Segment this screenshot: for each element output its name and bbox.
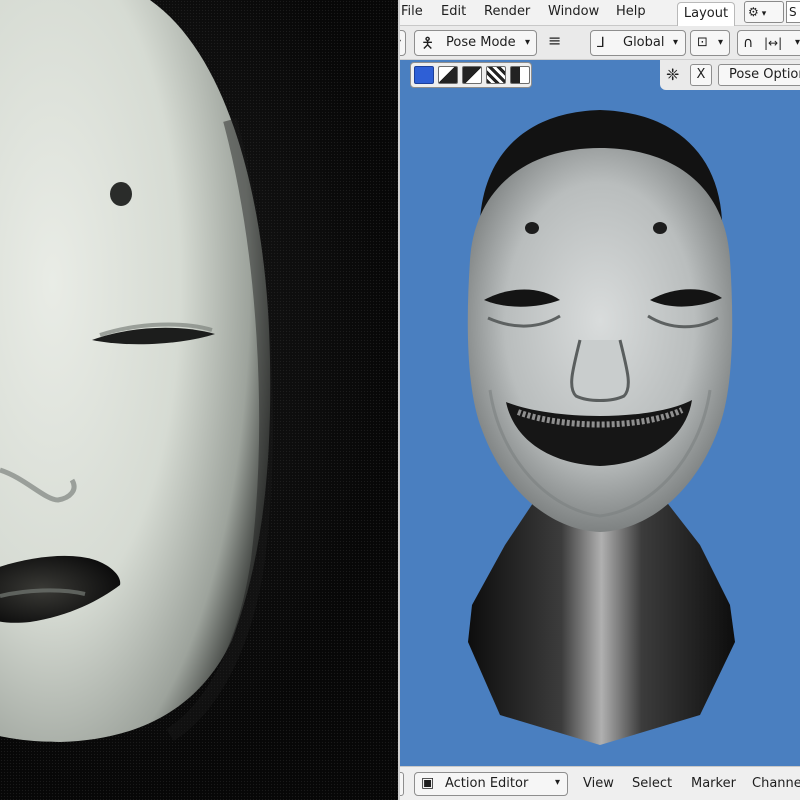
menu-marker[interactable]: Marker: [691, 776, 736, 791]
chevron-down-icon: ▾: [555, 777, 561, 788]
menu-render[interactable]: Render: [484, 4, 530, 19]
noh-mask-photo: [0, 0, 398, 800]
mode-dropdown[interactable]: 🯅 Pose Mode ▾: [414, 30, 537, 56]
editor-type-dropdown[interactable]: [400, 772, 404, 796]
pose-options-button[interactable]: Pose Options: [718, 64, 800, 86]
menu-select[interactable]: Select: [632, 776, 672, 791]
scene-name-field[interactable]: S: [786, 1, 800, 23]
transform-orientation-dropdown[interactable]: ⅃ Global ▾: [590, 30, 686, 56]
top-menubar: File Edit Render Window Help Layout ⚙ ▾ S: [400, 0, 800, 26]
head-mesh-render: [467, 110, 735, 745]
blender-window: File Edit Render Window Help Layout ⚙ ▾ S…: [400, 0, 800, 800]
chevron-down-icon: ▾: [673, 37, 679, 48]
tool-settings-row: ❈ X Pose Options: [400, 60, 800, 90]
mesh-left-dot: [525, 222, 539, 234]
orientation-label: Global: [623, 35, 665, 50]
menu-channel[interactable]: Channel: [752, 776, 800, 791]
dopesheet-mode-label: Action Editor: [445, 776, 529, 791]
mesh-right-dot: [653, 222, 667, 234]
select-extend-icon[interactable]: [438, 66, 458, 84]
menu-view[interactable]: View: [583, 776, 614, 791]
x-mirror-toggle[interactable]: X: [690, 64, 712, 86]
pose-mode-icon: 🯅: [421, 34, 435, 52]
timeline-header: ▣ Action Editor ▾ View Select Marker Cha…: [400, 766, 800, 800]
mode-label: Pose Mode: [446, 35, 516, 50]
workspace-tab-layout[interactable]: Layout: [677, 2, 735, 26]
snap-increment-icon: |↔|: [764, 36, 783, 50]
mesh-nose: [570, 339, 630, 402]
mask-forehead-dot: [110, 182, 132, 206]
butterfly-mirror-icon[interactable]: ❈: [666, 65, 679, 84]
chevron-down-icon: ▾: [795, 37, 800, 48]
select-subtract-icon[interactable]: [462, 66, 482, 84]
orientation-axes-icon: ⅃: [597, 35, 605, 51]
dopesheet-mode-dropdown[interactable]: ▣ Action Editor ▾: [414, 772, 568, 796]
mesh-shoulders: [468, 500, 735, 745]
viewport-header: ▾ 🯅 Pose Mode ▾ ≡ ⅃ Global ▾ ⊡ ▾ ∩ |↔| ▾: [400, 26, 800, 60]
mask-illustration: [0, 0, 274, 742]
select-invert-icon[interactable]: [486, 66, 506, 84]
select-intersect-icon[interactable]: [510, 66, 530, 84]
selection-mode-group: [410, 62, 532, 88]
chevron-down-icon: ▾: [761, 9, 767, 19]
snapping-controls[interactable]: ∩ |↔| ▾: [737, 30, 800, 56]
3d-viewport[interactable]: [400, 90, 800, 766]
chevron-down-icon: ▾: [718, 37, 724, 48]
menu-help[interactable]: Help: [616, 4, 646, 19]
scene-selector[interactable]: ⚙ ▾: [744, 1, 784, 23]
magnet-icon: ∩: [743, 35, 754, 51]
pose-options-group: ❈ X Pose Options: [660, 60, 800, 90]
menu-edit[interactable]: Edit: [441, 4, 466, 19]
hamburger-menu-icon[interactable]: ≡: [548, 31, 561, 50]
pivot-icon: ⊡: [697, 35, 708, 50]
editor-type-dropdown[interactable]: ▾: [400, 30, 406, 56]
menu-window[interactable]: Window: [548, 4, 599, 19]
action-editor-icon: ▣: [421, 775, 435, 791]
menu-file[interactable]: File: [401, 4, 423, 19]
mask-face: [0, 0, 271, 742]
chevron-down-icon: ▾: [400, 31, 401, 55]
scene-icon: ⚙: [748, 5, 759, 19]
select-new-icon[interactable]: [414, 66, 434, 84]
pivot-point-dropdown[interactable]: ⊡ ▾: [690, 30, 730, 56]
chevron-down-icon: ▾: [525, 37, 531, 48]
